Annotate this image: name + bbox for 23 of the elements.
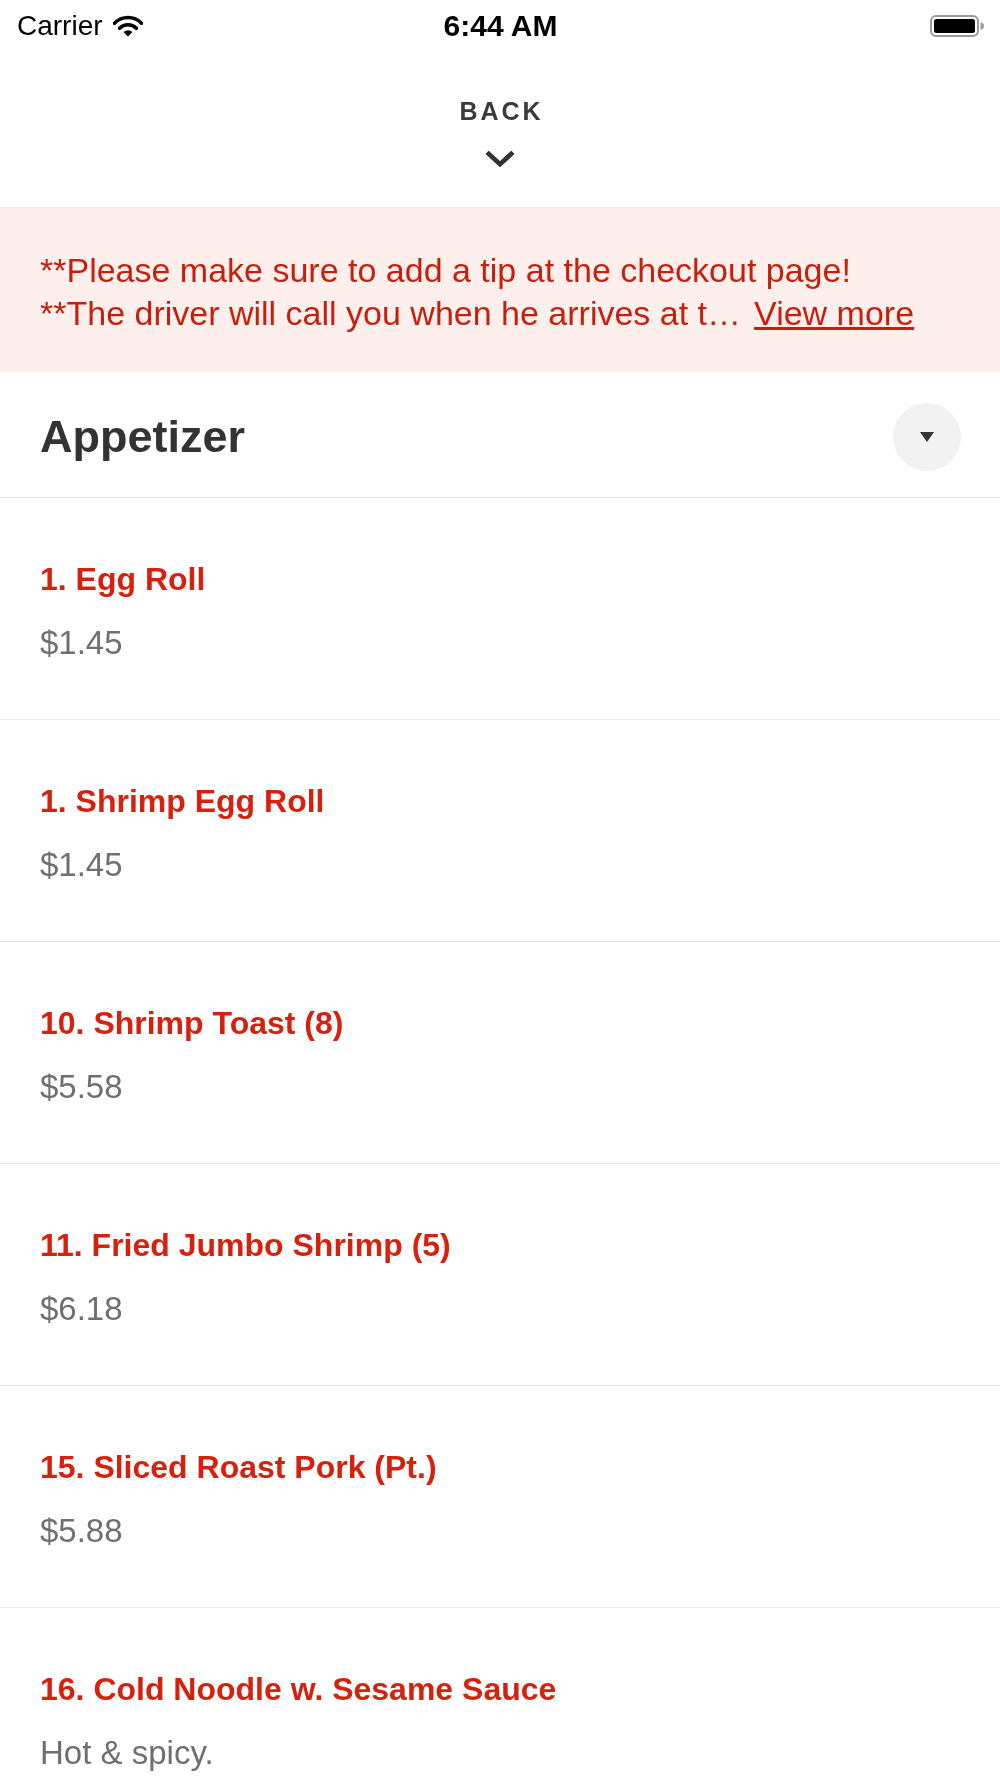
item-description: Hot & spicy. — [40, 1734, 214, 1772]
caret-down-icon — [920, 431, 934, 442]
item-name[interactable]: 16. Cold Noodle w. Sesame Sauce — [40, 1670, 557, 1708]
battery-icon — [930, 15, 984, 37]
item-price: $5.88 — [40, 1512, 123, 1550]
item-price: $1.45 — [40, 846, 123, 884]
item-price: $5.58 — [40, 1068, 123, 1106]
item-price: $1.45 — [40, 624, 123, 662]
item-price: $6.18 — [40, 1290, 123, 1328]
chevron-down-icon — [486, 151, 514, 167]
notice-text: **Please make sure to add a tip at the checkout page! — [40, 250, 851, 291]
view-more-link[interactable]: View more — [754, 292, 915, 335]
section-title: Appetizer — [40, 410, 246, 463]
wifi-icon — [112, 15, 143, 37]
item-name[interactable]: 1. Shrimp Egg Roll — [40, 782, 325, 820]
item-name[interactable]: 15. Sliced Roast Pork (Pt.) — [40, 1448, 437, 1486]
notice-text: **The driver will call you when he arrives at t… — [40, 293, 742, 334]
item-name[interactable]: 10. Shrimp Toast (8) — [40, 1004, 344, 1042]
carrier-label: Carrier — [17, 10, 103, 42]
item-name[interactable]: 1. Egg Roll — [40, 560, 206, 598]
item-name[interactable]: 11. Fried Jumbo Shrimp (5) — [40, 1226, 451, 1264]
time-label: 6:44 AM — [443, 9, 558, 43]
back-button[interactable]: BACK — [456, 97, 544, 167]
